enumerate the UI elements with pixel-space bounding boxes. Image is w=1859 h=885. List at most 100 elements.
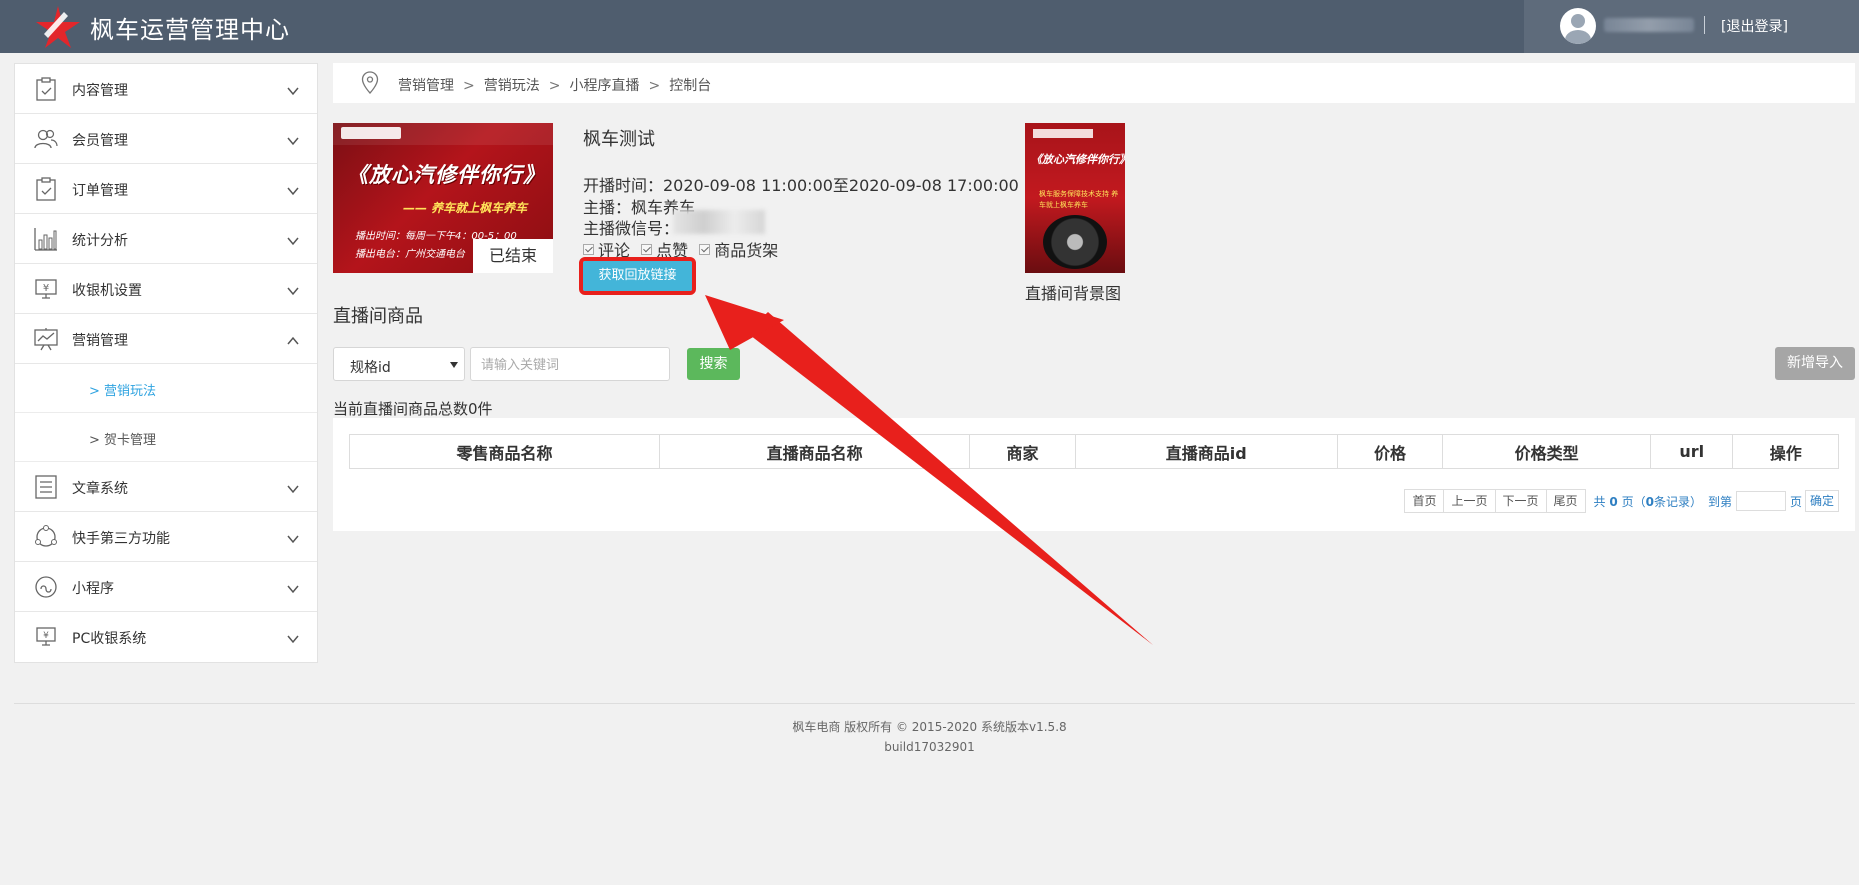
sidebar-item-statistics[interactable]: 统计分析 [15,214,317,264]
sidebar-subitem-marketing-play[interactable]: > 营销玩法 [15,364,317,413]
sidebar-item-marketing[interactable]: 营销管理 [15,314,317,364]
user-area: [退出登录] [1524,0,1859,53]
header-divider [1704,16,1705,34]
sidebar-subitem-label: > 营销玩法 [89,384,157,399]
bg-title: 《放心汽修伴你行》 [1031,153,1125,166]
comment-checkbox[interactable]: 评论 [583,237,630,261]
cover-title: 《放心汽修伴你行》 [347,163,545,187]
cash-register-icon: ¥ [35,279,57,299]
top-header: 枫车运营管理中心 [退出登录] [0,0,1859,53]
sidebar-item-label: PC收银系统 [72,631,147,647]
miniprogram-icon [35,576,57,598]
column-header: 价格 [1336,434,1444,469]
cycle-icon [35,525,57,547]
search-button[interactable]: 搜索 [687,348,740,380]
live-time: 开播时间：2020-09-08 11:00:00至2020-09-08 17:0… [583,176,1019,195]
goods-table: 零售商品名称 直播商品名称 商家 直播商品id 价格 价格类型 url 操作 [348,434,1839,469]
add-import-button[interactable]: 新增导入 [1775,347,1855,380]
table-header-row: 零售商品名称 直播商品名称 商家 直播商品id 价格 价格类型 url 操作 [348,434,1839,469]
sidebar-item-content[interactable]: 内容管理 [15,64,317,114]
bar-chart-icon [34,228,57,251]
sidebar-item-label: 会员管理 [72,133,128,149]
cover-brand-logo [341,127,401,139]
live-background-image: 《放心汽修伴你行》 枫车服务保障技术支持 养车就上枫车养车 [1025,123,1125,273]
sidebar-item-label: 快手第三方功能 [72,531,170,547]
chevron-down-icon [287,535,299,544]
total-records: 0 [1645,494,1654,509]
prev-page-button[interactable]: 上一页 [1443,489,1496,513]
trend-board-icon [34,328,58,351]
breadcrumb-item[interactable]: 小程序直播 [569,78,639,94]
get-replay-link-button[interactable]: 获取回放链接 [579,257,696,295]
sidebar-subitem-greeting-card[interactable]: > 贺卡管理 [15,413,317,462]
live-cover-image: 《放心汽修伴你行》 —— 养车就上枫车养车 播出时间：每周一下午4：00-5：0… [333,123,553,273]
section-title: 直播间商品 [333,306,423,327]
goto-page-input[interactable] [1735,491,1786,511]
sidebar-item-articles[interactable]: 文章系统 [15,462,317,512]
pagination: 首页 上一页 下一页 尾页 共 0 页（0条记录） 到第 页 确定 [1404,489,1839,513]
sidebar-item-miniprogram[interactable]: 小程序 [15,562,317,612]
footer-build: build17032901 [884,740,975,754]
page-info-prefix: 共 [1593,494,1606,509]
avatar-head-icon [1571,14,1585,28]
checkbox-label: 商品货架 [714,241,779,260]
chevron-down-icon [287,237,299,246]
breadcrumb: 营销管理 > 营销玩法 > 小程序直播 > 控制台 [333,63,1855,103]
page-info-mid: 页（ [1621,494,1646,509]
bg-brand-strip [1033,129,1093,138]
goto-label: 到第 [1707,494,1732,509]
select-value: 规格id [350,360,391,376]
chevron-down-icon [287,87,299,96]
status-badge: 已结束 [473,239,553,273]
keyword-input[interactable] [470,347,670,381]
sidebar-item-label: 统计分析 [72,233,128,249]
footer-copyright: 枫车电商 版权所有 © 2015-2020 系统版本v1.5.8 [792,720,1067,734]
list-icon [35,475,57,499]
last-page-button[interactable]: 尾页 [1545,489,1586,513]
column-header: 操作 [1732,434,1839,469]
sidebar-item-orders[interactable]: 订单管理 [15,164,317,214]
chevron-down-icon [287,287,299,296]
checkbox-label: 评论 [598,241,631,260]
checkbox-checked-icon [583,243,594,255]
column-header: url [1650,434,1734,469]
avatar[interactable] [1560,8,1596,44]
field-select[interactable]: 规格id [333,347,465,381]
sidebar-item-label: 订单管理 [72,183,128,199]
svg-text:¥: ¥ [43,631,49,641]
breadcrumb-separator: > [648,78,661,94]
total-pages: 0 [1609,494,1618,509]
page-info: 共 0 页（0条记录） [1594,493,1702,510]
sidebar-item-cash-register[interactable]: ¥ 收银机设置 [15,264,317,314]
chevron-down-icon [287,187,299,196]
sidebar-item-members[interactable]: 会员管理 [15,114,317,164]
breadcrumb-item[interactable]: 营销管理 [398,78,454,94]
goods-total: 当前直播间商品总数0件 [333,400,493,418]
breadcrumb-separator: > [548,78,561,94]
goto-confirm-button[interactable]: 确定 [1804,490,1839,512]
column-header: 商家 [969,434,1076,469]
column-header: 价格类型 [1442,434,1652,469]
live-room-title: 枫车测试 [583,129,655,150]
chevron-down-icon [287,137,299,146]
bg-subtitle: 枫车服务保障技术支持 养车就上枫车养车 [1039,190,1119,209]
caret-down-icon [450,362,458,368]
sidebar-item-kuaishou[interactable]: 快手第三方功能 [15,512,317,562]
svg-text:¥: ¥ [43,283,49,294]
checkbox-label: 点赞 [656,241,689,260]
breadcrumb-item[interactable]: 营销玩法 [484,78,540,94]
goods-shelf-checkbox[interactable]: 商品货架 [699,237,778,261]
live-wechat-label: 主播微信号： [583,219,680,238]
logout-link[interactable]: [退出登录] [1721,16,1788,36]
first-page-button[interactable]: 首页 [1404,489,1445,513]
sidebar-item-label: 文章系统 [72,481,128,497]
sidebar-item-pc-cash[interactable]: ¥ PC收银系统 [15,612,317,662]
next-page-button[interactable]: 下一页 [1494,489,1547,513]
column-header: 直播商品名称 [659,434,971,469]
sidebar-item-label: 营销管理 [72,333,128,349]
clipboard-icon [36,77,56,101]
checkbox-checked-icon [699,243,711,255]
like-checkbox[interactable]: 点赞 [641,237,688,261]
cover-station: 播出电台：广州交通电台 [355,249,465,260]
wechat-id-blurred [673,210,765,234]
